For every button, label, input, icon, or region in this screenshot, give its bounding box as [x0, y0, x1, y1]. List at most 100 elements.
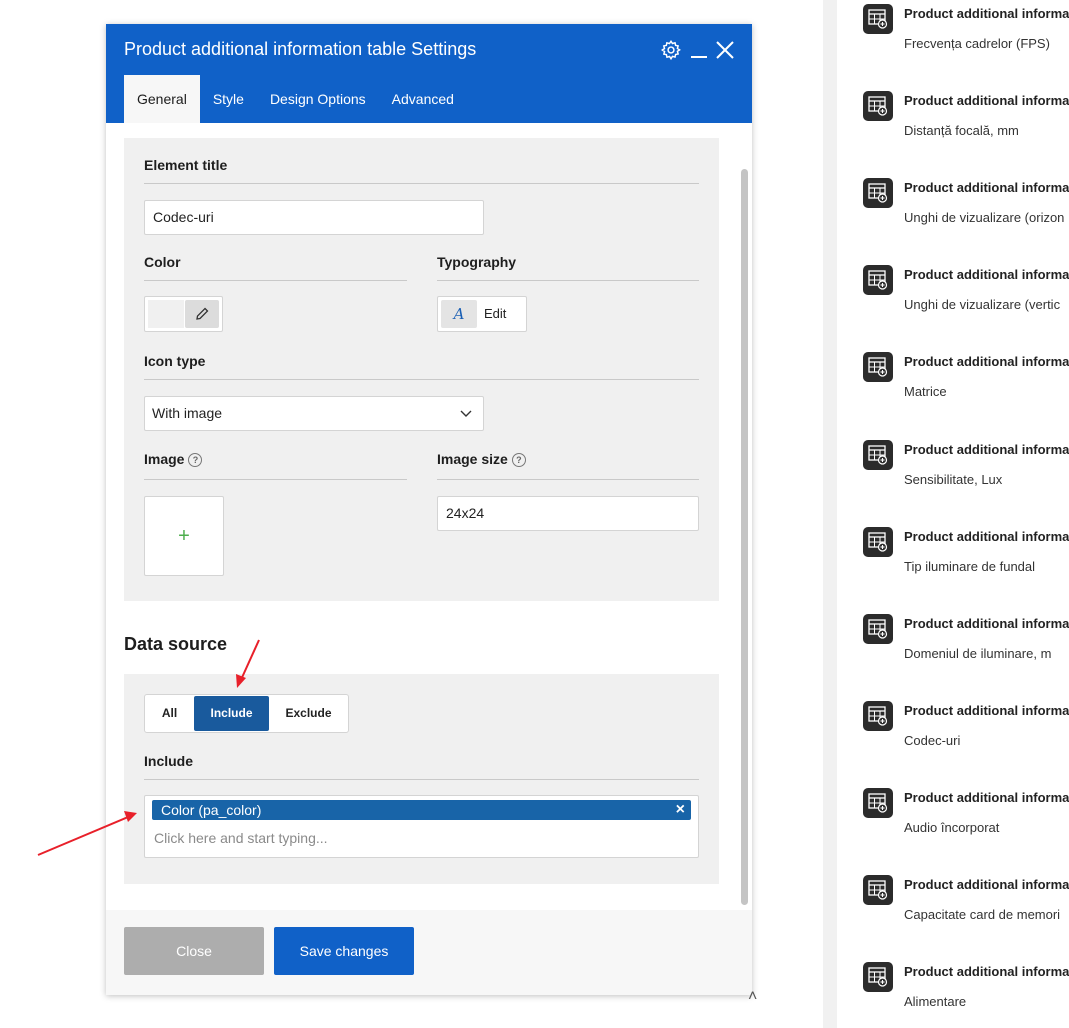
- sidebar-item-title: Product additional informa: [904, 529, 1069, 544]
- element-title-input[interactable]: Codec-uri: [144, 200, 484, 235]
- typography-control[interactable]: A Edit: [437, 296, 527, 332]
- divider: [437, 479, 699, 480]
- table-icon: [863, 788, 893, 818]
- help-icon[interactable]: ?: [511, 453, 526, 467]
- sidebar-element-item[interactable]: Product additional informa Matrice: [863, 352, 1069, 412]
- data-source-panel: All Include Exclude Include Color (pa_co…: [124, 674, 719, 884]
- sidebar-element-item[interactable]: Product additional informa Distanță focal…: [863, 91, 1069, 151]
- sidebar-item-subtitle: Unghi de vizualizare (orizon: [904, 210, 1065, 225]
- gear-icon[interactable]: [660, 39, 682, 66]
- sidebar-item-subtitle: Unghi de vizualizare (vertic: [904, 297, 1061, 312]
- sidebar-item-title: Product additional informa: [904, 616, 1069, 631]
- image-add-button[interactable]: +: [144, 496, 224, 576]
- sidebar-item-title: Product additional informa: [904, 877, 1069, 892]
- image-size-label: Image size?: [437, 451, 526, 467]
- tab-advanced[interactable]: Advanced: [379, 75, 467, 123]
- sidebar-element-item[interactable]: Product additional informa Domeniul de il…: [863, 614, 1069, 674]
- divider: [144, 280, 407, 281]
- sidebar-item-subtitle: Capacitate card de memori: [904, 907, 1061, 922]
- typography-label: Typography: [437, 254, 517, 270]
- segment-exclude[interactable]: Exclude: [269, 695, 348, 732]
- minimize-icon[interactable]: [690, 39, 708, 66]
- sidebar-element-item[interactable]: Product additional informa Alimentare: [863, 962, 1069, 1022]
- table-icon: [863, 91, 893, 121]
- sidebar-gutter: [823, 0, 837, 1028]
- tag-search-input[interactable]: Click here and start typing...: [154, 830, 328, 846]
- scrollbar-thumb[interactable]: [741, 169, 748, 905]
- segment-include[interactable]: Include: [194, 696, 269, 731]
- sidebar-item-subtitle: Tip iluminare de fundal: [904, 559, 1036, 574]
- sidebar-item-subtitle: Alimentare: [904, 994, 967, 1009]
- sidebar-item-title: Product additional informa: [904, 790, 1069, 805]
- chevron-down-icon: [460, 410, 472, 417]
- tag-label: Color (pa_color): [161, 802, 262, 818]
- segment-all[interactable]: All: [145, 695, 194, 732]
- segmented-control: All Include Exclude: [144, 694, 349, 733]
- sidebar-item-subtitle: Sensibilitate, Lux: [904, 472, 1003, 487]
- table-icon: [863, 527, 893, 557]
- sidebar-item-title: Product additional informa: [904, 354, 1069, 369]
- sidebar-item-title: Product additional informa: [904, 180, 1069, 195]
- tag-chip: Color (pa_color) ×: [152, 800, 691, 820]
- tab-style[interactable]: Style: [200, 75, 257, 123]
- save-changes-button[interactable]: Save changes: [274, 927, 414, 975]
- sidebar-item-subtitle: Distanță focală, mm: [904, 123, 1019, 138]
- table-icon: [863, 875, 893, 905]
- sidebar-item-subtitle: Domeniul de iluminare, m: [904, 646, 1052, 661]
- modal-title: Product additional information table Set…: [124, 39, 477, 59]
- sidebar-item-subtitle: Frecvența cadrelor (FPS): [904, 36, 1050, 51]
- tab-design-options[interactable]: Design Options: [257, 75, 379, 123]
- sidebar-item-title: Product additional informa: [904, 964, 1069, 979]
- divider: [144, 479, 407, 480]
- divider: [144, 183, 699, 184]
- sidebar-element-item[interactable]: Product additional informa Audio încorpor…: [863, 788, 1069, 848]
- icon-type-label: Icon type: [144, 353, 206, 369]
- element-title-label: Element title: [144, 157, 228, 173]
- image-label-text: Image: [144, 451, 185, 467]
- sidebar-element-item[interactable]: Product additional informa Capacitate car…: [863, 875, 1069, 935]
- table-icon: [863, 962, 893, 992]
- sidebar-element-item[interactable]: Product additional informa Sensibilitate,…: [863, 440, 1069, 500]
- data-source-heading: Data source: [124, 634, 228, 654]
- table-icon: [863, 352, 893, 382]
- typography-edit-button[interactable]: Edit: [484, 297, 506, 331]
- sidebar-item-subtitle: Matrice: [904, 384, 947, 399]
- divider: [144, 779, 699, 780]
- sidebar-element-item[interactable]: Product additional informa Codec-uri: [863, 701, 1069, 761]
- modal-header: Product additional information table Set…: [106, 24, 752, 123]
- sidebar-element-item[interactable]: Product additional informa Unghi de vizua…: [863, 265, 1069, 325]
- close-icon[interactable]: [715, 40, 735, 65]
- include-label: Include: [144, 753, 194, 769]
- tab-general[interactable]: General: [124, 75, 200, 123]
- sidebar-element-item[interactable]: Product additional informa Tip iluminare …: [863, 527, 1069, 587]
- tag-remove-icon[interactable]: ×: [676, 800, 685, 820]
- table-icon: [863, 701, 893, 731]
- image-size-label-text: Image size: [437, 451, 508, 467]
- element-sidebar: Product additional informa Frecvența cadr…: [837, 0, 1069, 1028]
- icon-type-value: With image: [152, 405, 223, 421]
- table-icon: [863, 614, 893, 644]
- eyedropper-button[interactable]: [185, 300, 219, 328]
- sidebar-element-item[interactable]: Product additional informa Frecvența cadr…: [863, 4, 1069, 64]
- color-label: Color: [144, 254, 181, 270]
- settings-modal: Product additional information table Set…: [106, 24, 752, 995]
- table-icon: [863, 440, 893, 470]
- table-icon: [863, 265, 893, 295]
- sidebar-item-title: Product additional informa: [904, 703, 1069, 718]
- modal-content: Element title Codec-uri Color Typography…: [106, 123, 752, 910]
- plus-icon: +: [178, 525, 190, 547]
- sidebar-item-title: Product additional informa: [904, 442, 1069, 457]
- tab-bar: General Style Design Options Advanced: [124, 75, 467, 123]
- table-icon: [863, 178, 893, 208]
- caret-up-icon[interactable]: ˄: [748, 988, 757, 1006]
- color-picker[interactable]: [144, 296, 223, 332]
- table-icon: [863, 4, 893, 34]
- image-label: Image?: [144, 451, 203, 467]
- include-tag-input[interactable]: Color (pa_color) × Click here and start …: [144, 795, 699, 858]
- image-size-input[interactable]: 24x24: [437, 496, 699, 531]
- color-swatch[interactable]: [148, 300, 184, 328]
- close-button[interactable]: Close: [124, 927, 264, 975]
- help-icon[interactable]: ?: [188, 453, 203, 467]
- sidebar-element-item[interactable]: Product additional informa Unghi de vizua…: [863, 178, 1069, 238]
- icon-type-select[interactable]: With image: [144, 396, 484, 431]
